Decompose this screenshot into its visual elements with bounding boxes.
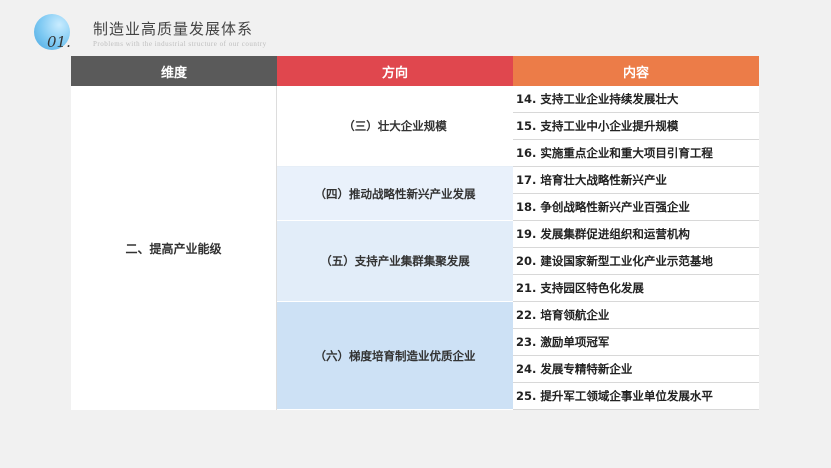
content-item: 15. 支持工业中小企业提升规模 [513, 113, 759, 140]
direction-cell-6: （六）梯度培育制造业优质企业 [277, 302, 513, 410]
column-header-direction: 方向 [277, 56, 513, 86]
content-item: 21. 支持园区特色化发展 [513, 275, 759, 302]
direction-cell-5: （五）支持产业集群集聚发展 [277, 221, 513, 302]
page-subtitle: Problems with the industrial structure o… [93, 40, 267, 48]
direction-cell-3: （三）壮大企业规模 [277, 86, 513, 167]
content-item: 22. 培育领航企业 [513, 302, 759, 329]
content-item: 25. 提升军工领域企事业单位发展水平 [513, 383, 759, 410]
dimension-cell: 二、提高产业能级 [71, 86, 277, 410]
content-item: 14. 支持工业企业持续发展壮大 [513, 86, 759, 113]
development-table: 维度 方向 内容 二、提高产业能级 （三）壮大企业规模 （四）推动战略性新兴产业… [71, 56, 759, 410]
content-item: 17. 培育壮大战略性新兴产业 [513, 167, 759, 194]
content-item: 20. 建设国家新型工业化产业示范基地 [513, 248, 759, 275]
section-number: 01. [47, 33, 71, 51]
content-item: 19. 发展集群促进组织和运营机构 [513, 221, 759, 248]
column-header-content: 内容 [513, 56, 759, 86]
direction-cell-4: （四）推动战略性新兴产业发展 [277, 167, 513, 221]
column-header-dimension: 维度 [71, 56, 277, 86]
content-item: 16. 实施重点企业和重大项目引育工程 [513, 140, 759, 167]
content-item: 23. 激励单项冠军 [513, 329, 759, 356]
content-item: 24. 发展专精特新企业 [513, 356, 759, 383]
content-item: 18. 争创战略性新兴产业百强企业 [513, 194, 759, 221]
page-title: 制造业高质量发展体系 [93, 20, 254, 38]
